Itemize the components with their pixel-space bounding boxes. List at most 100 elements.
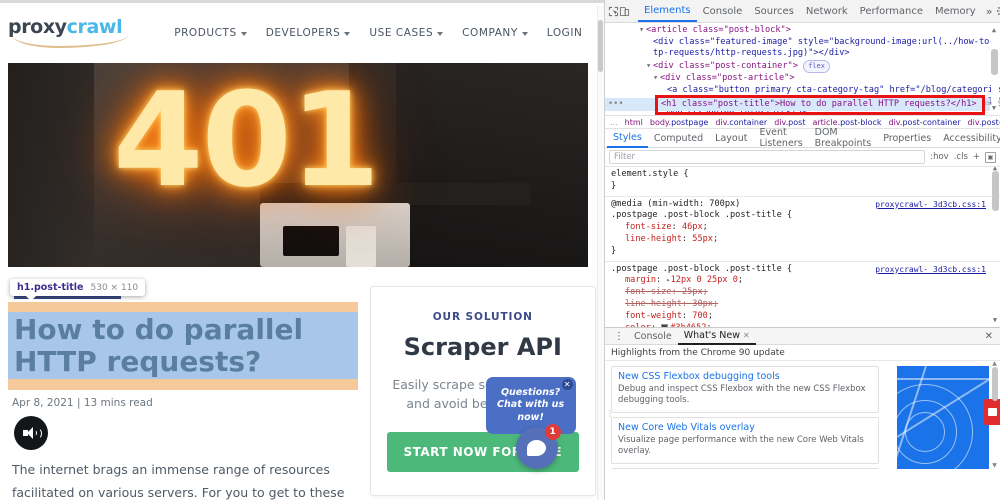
scroll-up-icon[interactable]: ▲ xyxy=(990,26,998,34)
list-item[interactable]: Report Trusted Web Activity issues Debug… xyxy=(611,467,879,469)
nav-item-company[interactable]: COMPANY xyxy=(462,27,528,39)
nav-item-products[interactable]: PRODUCTS xyxy=(174,27,247,39)
styles-scrollbar-thumb[interactable] xyxy=(992,171,999,211)
hov-toggle-button[interactable]: :hov xyxy=(930,152,948,162)
list-item[interactable]: New Core Web Vitals overlay Visualize pa… xyxy=(611,416,879,464)
breadcrumb-overflow-left[interactable]: ... xyxy=(610,118,618,127)
css-property-value[interactable]: 12px 0 25px 0 xyxy=(671,275,738,285)
computed-sidebar-toggle-icon[interactable]: ▣ xyxy=(985,151,996,163)
css-declaration[interactable]: line-height: 55px; xyxy=(611,234,994,246)
whats-new-artwork xyxy=(897,366,989,469)
subtab-layout[interactable]: Layout xyxy=(709,130,753,147)
scroll-down-icon[interactable]: ▼ xyxy=(991,315,999,327)
scroll-down-icon[interactable]: ▼ xyxy=(991,462,998,469)
dom-row-menu-icon[interactable]: ••• xyxy=(608,99,624,111)
whats-new-scrollbar-thumb[interactable] xyxy=(992,367,998,401)
drawer-close-icon[interactable]: ✕ xyxy=(985,331,996,342)
css-property-value[interactable]: 55px xyxy=(692,234,713,244)
style-rule-media-post-title[interactable]: @media (min-width: 700px) .postpage .pos… xyxy=(605,197,1000,262)
chat-invite-bubble[interactable]: Questions? Chat with us now! ✕ xyxy=(485,377,576,442)
dom-line[interactable]: <div class="featured-image" style="backg… xyxy=(611,37,1000,49)
gear-icon[interactable] xyxy=(996,2,1000,20)
expand-arrow-icon[interactable]: ▾ xyxy=(639,25,646,37)
page-scrollbar[interactable] xyxy=(597,6,604,500)
tab-performance[interactable]: Performance xyxy=(854,2,929,21)
color-swatch[interactable] xyxy=(661,323,669,327)
css-property-value[interactable]: 46px xyxy=(682,222,703,232)
styles-filter-input[interactable]: Filter xyxy=(609,150,926,164)
post-meta: Apr 8, 2021 | 13 mins read xyxy=(12,397,358,409)
nav-item-login[interactable]: LOGIN xyxy=(547,27,583,39)
styles-rules-pane[interactable]: element.style { } @media (min-width: 700… xyxy=(605,167,1000,327)
tab-console[interactable]: Console xyxy=(697,2,749,21)
dom-selected-line[interactable]: <h1 class="post-title">How to do paralle… xyxy=(661,99,1000,111)
drawer-tab-console[interactable]: Console xyxy=(628,329,678,344)
tab-memory[interactable]: Memory xyxy=(929,2,982,21)
style-rule-element-style[interactable]: element.style { } xyxy=(605,167,1000,197)
css-property-value[interactable]: #3b4652 xyxy=(670,323,706,327)
close-icon[interactable]: ✕ xyxy=(743,331,750,340)
css-property-value[interactable]: 25px xyxy=(682,287,703,297)
device-toolbar-icon[interactable] xyxy=(619,2,630,20)
more-vertical-icon[interactable]: ⋮ xyxy=(609,331,628,342)
rule-source-link[interactable]: proxycrawl-_3d3cb.css:1 xyxy=(875,264,986,276)
subtab-styles[interactable]: Styles xyxy=(607,129,648,148)
expand-arrow-icon[interactable]: ▾ xyxy=(653,73,660,85)
tab-network[interactable]: Network xyxy=(800,2,854,21)
whats-new-item-title[interactable]: New CSS Flexbox debugging tools xyxy=(618,371,872,382)
dom-line[interactable]: ▾ <div class="post-container"> flex xyxy=(611,59,988,74)
subtab-dom-breakpoints[interactable]: DOM Breakpoints xyxy=(809,124,878,152)
whats-new-item-title[interactable]: New Core Web Vitals overlay xyxy=(618,422,872,433)
subtab-properties[interactable]: Properties xyxy=(877,130,937,147)
listen-audio-button[interactable] xyxy=(14,416,48,451)
style-rule-post-title[interactable]: .postpage .post-block .post-title { prox… xyxy=(605,262,1000,327)
subtab-event-listeners[interactable]: Event Listeners xyxy=(753,124,808,152)
dom-line[interactable]: ▾ <article class="post-block"> xyxy=(611,25,988,37)
close-icon[interactable]: ✕ xyxy=(561,379,573,390)
css-declaration-overridden[interactable]: line-height: 30px; xyxy=(611,299,994,311)
dom-line[interactable]: tp-requests/http-requests.jpg)"></div> xyxy=(611,48,988,60)
css-declaration[interactable]: font-size: 46px; xyxy=(611,222,994,234)
breadcrumb-item-post-container[interactable]: div.post-container xyxy=(889,118,961,127)
nav-label: USE CASES xyxy=(369,27,434,39)
dom-tree[interactable]: ▾ <article class="post-block"> <div class… xyxy=(605,23,1000,115)
whats-new-body[interactable]: ⋮ New CSS Flexbox debugging tools Debug … xyxy=(605,361,1000,469)
flex-badge[interactable]: flex xyxy=(803,59,830,74)
inspect-element-icon[interactable] xyxy=(608,2,619,20)
rule-source-link[interactable]: proxycrawl-_3d3cb.css:1 xyxy=(875,199,986,211)
tab-elements[interactable]: Elements xyxy=(638,1,697,22)
css-declaration[interactable]: font-weight: 700; xyxy=(611,311,994,323)
cls-toggle-button[interactable]: .cls xyxy=(954,152,968,162)
breadcrumb-item-body[interactable]: body.postpage xyxy=(650,118,708,127)
featured-image: 401 xyxy=(8,63,588,267)
breadcrumb-item-html[interactable]: html xyxy=(625,118,643,127)
tab-overflow-icon[interactable]: » xyxy=(982,5,997,18)
nav-label: PRODUCTS xyxy=(174,27,237,39)
list-item[interactable]: New CSS Flexbox debugging tools Debug an… xyxy=(611,366,879,413)
expand-arrow-icon[interactable]: ▾ xyxy=(646,61,653,73)
breadcrumb-item-post-article[interactable]: div.post-article xyxy=(968,118,1000,127)
dom-tree-scrollbar-thumb[interactable] xyxy=(991,49,998,75)
tab-sources[interactable]: Sources xyxy=(748,2,800,21)
drawer-resize-handle[interactable]: ⋮ xyxy=(606,409,614,418)
post-read-time: 13 mins read xyxy=(83,397,153,410)
subtab-accessibility[interactable]: Accessibility xyxy=(937,130,1000,147)
css-property-value[interactable]: 700 xyxy=(692,311,708,321)
css-property-value[interactable]: 30px xyxy=(692,299,713,309)
css-declaration-overridden[interactable]: font-size: 25px; xyxy=(611,287,994,299)
nav-label: DEVELOPERS xyxy=(265,27,341,39)
logo-swoosh-icon xyxy=(12,35,128,48)
chevron-down-icon xyxy=(240,32,247,36)
css-declaration[interactable]: margin: ▸12px 0 25px 0; xyxy=(611,275,994,287)
dom-line[interactable]: <a class="button primary cta-category-ta… xyxy=(611,85,1000,97)
proxycrawl-logo[interactable]: proxycrawl xyxy=(8,16,128,50)
new-style-rule-button[interactable]: + xyxy=(973,152,980,162)
drawer-tab-whats-new[interactable]: What's New ✕ xyxy=(677,328,756,345)
nav-item-use-cases[interactable]: USE CASES xyxy=(369,27,444,39)
page-scrollbar-thumb[interactable] xyxy=(598,20,603,72)
dom-line[interactable]: ▾ <div class="post-article"> xyxy=(611,73,988,85)
css-declaration[interactable]: color: #3b4652; xyxy=(611,323,994,327)
chat-widget-button[interactable]: 1 xyxy=(515,424,561,469)
subtab-computed[interactable]: Computed xyxy=(648,130,709,147)
nav-item-developers[interactable]: DEVELOPERS xyxy=(266,27,351,39)
